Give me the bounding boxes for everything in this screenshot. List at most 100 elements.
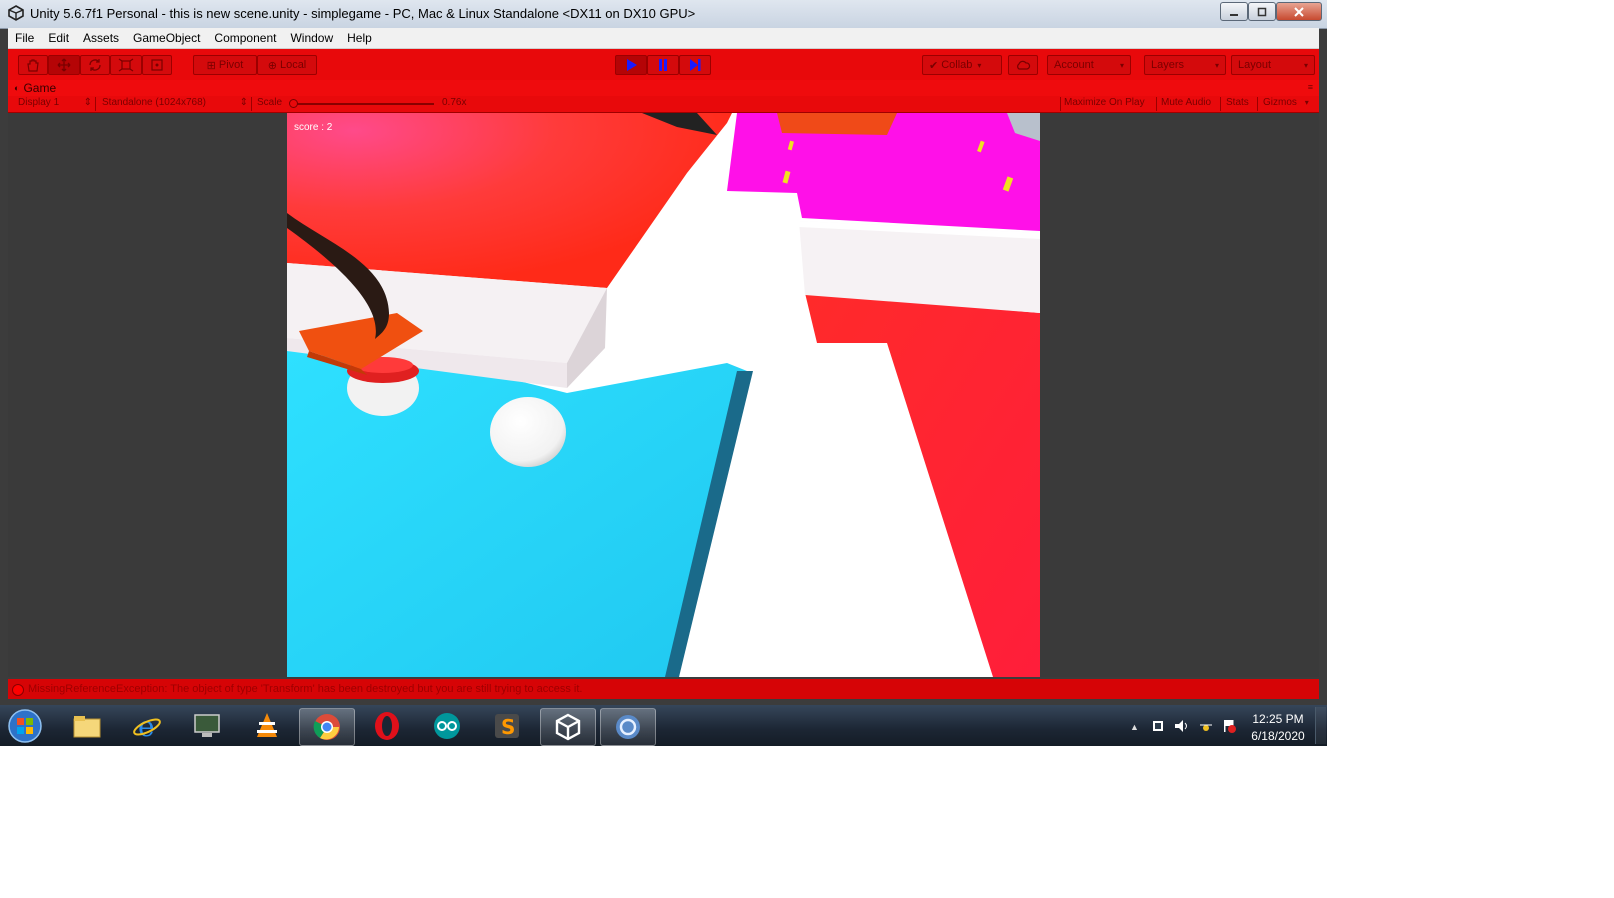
rect-transform-icon [151, 59, 163, 71]
move-tool-button[interactable] [48, 55, 80, 75]
chevron-down-icon: ▾ [977, 60, 982, 70]
updown-icon: ⇕ [83, 97, 92, 108]
scale-value: 0.76x [442, 97, 467, 108]
chevron-down-icon: ▾ [1119, 60, 1124, 70]
flag-error-icon[interactable] [1221, 718, 1237, 734]
taskbar: e S ▲ 12:25 PM 6/18/2020 [0, 705, 1327, 746]
menu-edit[interactable]: Edit [41, 28, 76, 48]
resolution-dropdown[interactable]: Standalone (1024x768) ⇕ [102, 97, 248, 108]
pause-button[interactable] [647, 55, 679, 75]
taskbar-internet-explorer[interactable]: e [120, 708, 174, 744]
scale-tool-button[interactable] [110, 55, 142, 75]
tab-game[interactable]: ◐ Game [14, 81, 56, 95]
rotate-tool-button[interactable] [80, 55, 110, 75]
gizmos-dropdown[interactable]: Gizmos ▾ [1263, 97, 1309, 108]
menu-assets[interactable]: Assets [76, 28, 126, 48]
console-message: MissingReferenceException: The object of… [28, 683, 583, 695]
score-label: score : 2 [294, 122, 333, 133]
taskbar-arduino[interactable] [420, 708, 474, 744]
network-icon[interactable] [1198, 719, 1214, 733]
menu-file[interactable]: File [8, 28, 41, 48]
unity-logo-icon [8, 5, 24, 21]
taskbar-explorer[interactable] [60, 708, 114, 744]
menu-window[interactable]: Window [283, 28, 340, 48]
rotate-icon [89, 59, 101, 71]
clock-date[interactable]: 6/18/2020 [1246, 729, 1310, 743]
scale-slider-thumb[interactable] [289, 99, 298, 108]
clock-time[interactable]: 12:25 PM [1246, 712, 1310, 726]
taskbar-vlc[interactable] [240, 708, 294, 744]
cloud-icon [1017, 60, 1031, 70]
scale-icon [118, 58, 134, 72]
maximize-button[interactable] [1248, 2, 1276, 21]
hand-tool-button[interactable] [18, 55, 48, 75]
pivot-icon: ⊞ [206, 59, 216, 72]
play-button[interactable] [615, 55, 647, 75]
local-icon: ⊕ [267, 59, 277, 72]
vlc-icon [257, 713, 277, 737]
menu-help[interactable]: Help [340, 28, 379, 48]
close-button[interactable] [1276, 2, 1322, 21]
arduino-icon [434, 713, 460, 739]
action-center-icon[interactable] [1151, 719, 1165, 733]
divider [1257, 97, 1258, 111]
close-icon [1294, 6, 1304, 17]
divider [1156, 97, 1157, 111]
display-dropdown[interactable]: Display 1 ⇕ [18, 97, 92, 108]
game-tab-bar: ◐ Game ≡ [8, 80, 1319, 96]
app-icon [616, 715, 640, 739]
local-label: Local [279, 59, 307, 71]
show-desktop-button[interactable] [1315, 707, 1326, 744]
scale-slider-track[interactable] [291, 103, 434, 105]
taskbar-app[interactable] [600, 708, 656, 746]
divider [95, 97, 96, 111]
taskbar-chrome[interactable] [299, 708, 355, 746]
maximize-on-play-toggle[interactable]: Maximize On Play [1064, 97, 1145, 108]
taskbar-unity[interactable] [540, 708, 596, 746]
layers-dropdown[interactable]: Layers ▾ [1144, 55, 1226, 75]
menu-gameobject[interactable]: GameObject [126, 28, 207, 48]
game-view[interactable]: score : 2 [287, 113, 1040, 677]
panel-menu-icon[interactable]: ≡ [1308, 82, 1313, 92]
minimize-button[interactable] [1220, 2, 1248, 21]
layout-dropdown[interactable]: Layout ▾ [1231, 55, 1315, 75]
computer-icon [194, 714, 220, 737]
taskbar-sublime-text[interactable]: S [480, 708, 534, 744]
play-icon [627, 59, 637, 71]
local-toggle[interactable]: ⊕ Local [257, 55, 317, 75]
rect-tool-button[interactable] [142, 55, 172, 75]
collab-dropdown[interactable]: ✔ Collab ▾ [922, 55, 1002, 75]
step-button[interactable] [679, 55, 711, 75]
error-icon [12, 684, 24, 696]
unity-icon [555, 713, 581, 741]
svg-text:S: S [501, 715, 515, 739]
collab-label: Collab [941, 59, 973, 71]
game-control-bar: Display 1 ⇕ Standalone (1024x768) ⇕ Scal… [8, 96, 1319, 113]
updown-icon: ⇕ [239, 97, 248, 108]
divider [251, 97, 252, 111]
account-dropdown[interactable]: Account ▾ [1047, 55, 1131, 75]
start-button[interactable] [4, 707, 46, 745]
volume-icon[interactable] [1174, 719, 1190, 733]
show-hidden-icons-button[interactable]: ▲ [1130, 722, 1139, 732]
mute-audio-toggle[interactable]: Mute Audio [1161, 97, 1211, 108]
cloud-button[interactable] [1008, 55, 1038, 75]
menu-component[interactable]: Component [207, 28, 283, 48]
console-status-bar[interactable]: MissingReferenceException: The object of… [8, 679, 1319, 699]
chevron-down-icon: ▾ [1303, 60, 1308, 70]
account-label: Account [1054, 59, 1094, 71]
explorer-icon [73, 716, 101, 738]
pivot-toggle[interactable]: ⊞ Pivot [193, 55, 257, 75]
taskbar-opera[interactable] [360, 708, 414, 744]
stats-toggle[interactable]: Stats [1226, 97, 1249, 108]
taskbar-computer[interactable] [180, 708, 234, 744]
opera-icon [375, 712, 399, 740]
gizmos-label: Gizmos [1263, 97, 1297, 108]
move-icon [57, 58, 71, 72]
internet-explorer-icon: e [133, 711, 161, 741]
unity-window: Unity 5.6.7f1 Personal - this is new sce… [0, 0, 1327, 705]
start-orb-icon [8, 709, 42, 743]
title-bar[interactable]: Unity 5.6.7f1 Personal - this is new sce… [0, 0, 1327, 29]
display-label: Display 1 [18, 97, 60, 108]
chevron-down-icon: ▾ [1214, 60, 1219, 70]
